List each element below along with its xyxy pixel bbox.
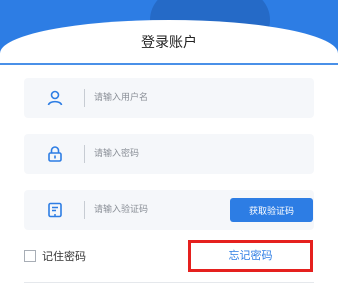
get-code-button[interactable]: 获取验证码 xyxy=(230,198,313,222)
bottom-divider xyxy=(24,282,314,283)
password-placeholder: 请输入密码 xyxy=(94,149,140,159)
password-field[interactable]: 请输入密码 xyxy=(24,134,314,174)
remember-label: 记住密码 xyxy=(42,250,86,263)
remember-checkbox[interactable] xyxy=(24,250,36,262)
lock-icon xyxy=(48,146,62,162)
forgot-password-link[interactable]: 忘记密码 xyxy=(191,247,310,263)
forgot-password-highlight: 忘记密码 xyxy=(188,240,313,272)
verification-code-placeholder: 请输入验证码 xyxy=(94,205,149,215)
remember-password-option[interactable]: 记住密码 xyxy=(24,248,86,264)
verification-code-field[interactable]: 请输入验证码 获取验证码 xyxy=(24,190,314,230)
field-separator xyxy=(84,201,85,219)
username-placeholder: 请输入用户名 xyxy=(94,93,149,103)
username-field[interactable]: 请输入用户名 xyxy=(24,78,314,118)
header-divider xyxy=(0,63,338,65)
field-separator xyxy=(84,145,85,163)
verification-code-icon xyxy=(48,202,62,218)
field-separator xyxy=(84,89,85,107)
page-title: 登录账户 xyxy=(141,35,197,51)
user-icon xyxy=(47,90,63,106)
